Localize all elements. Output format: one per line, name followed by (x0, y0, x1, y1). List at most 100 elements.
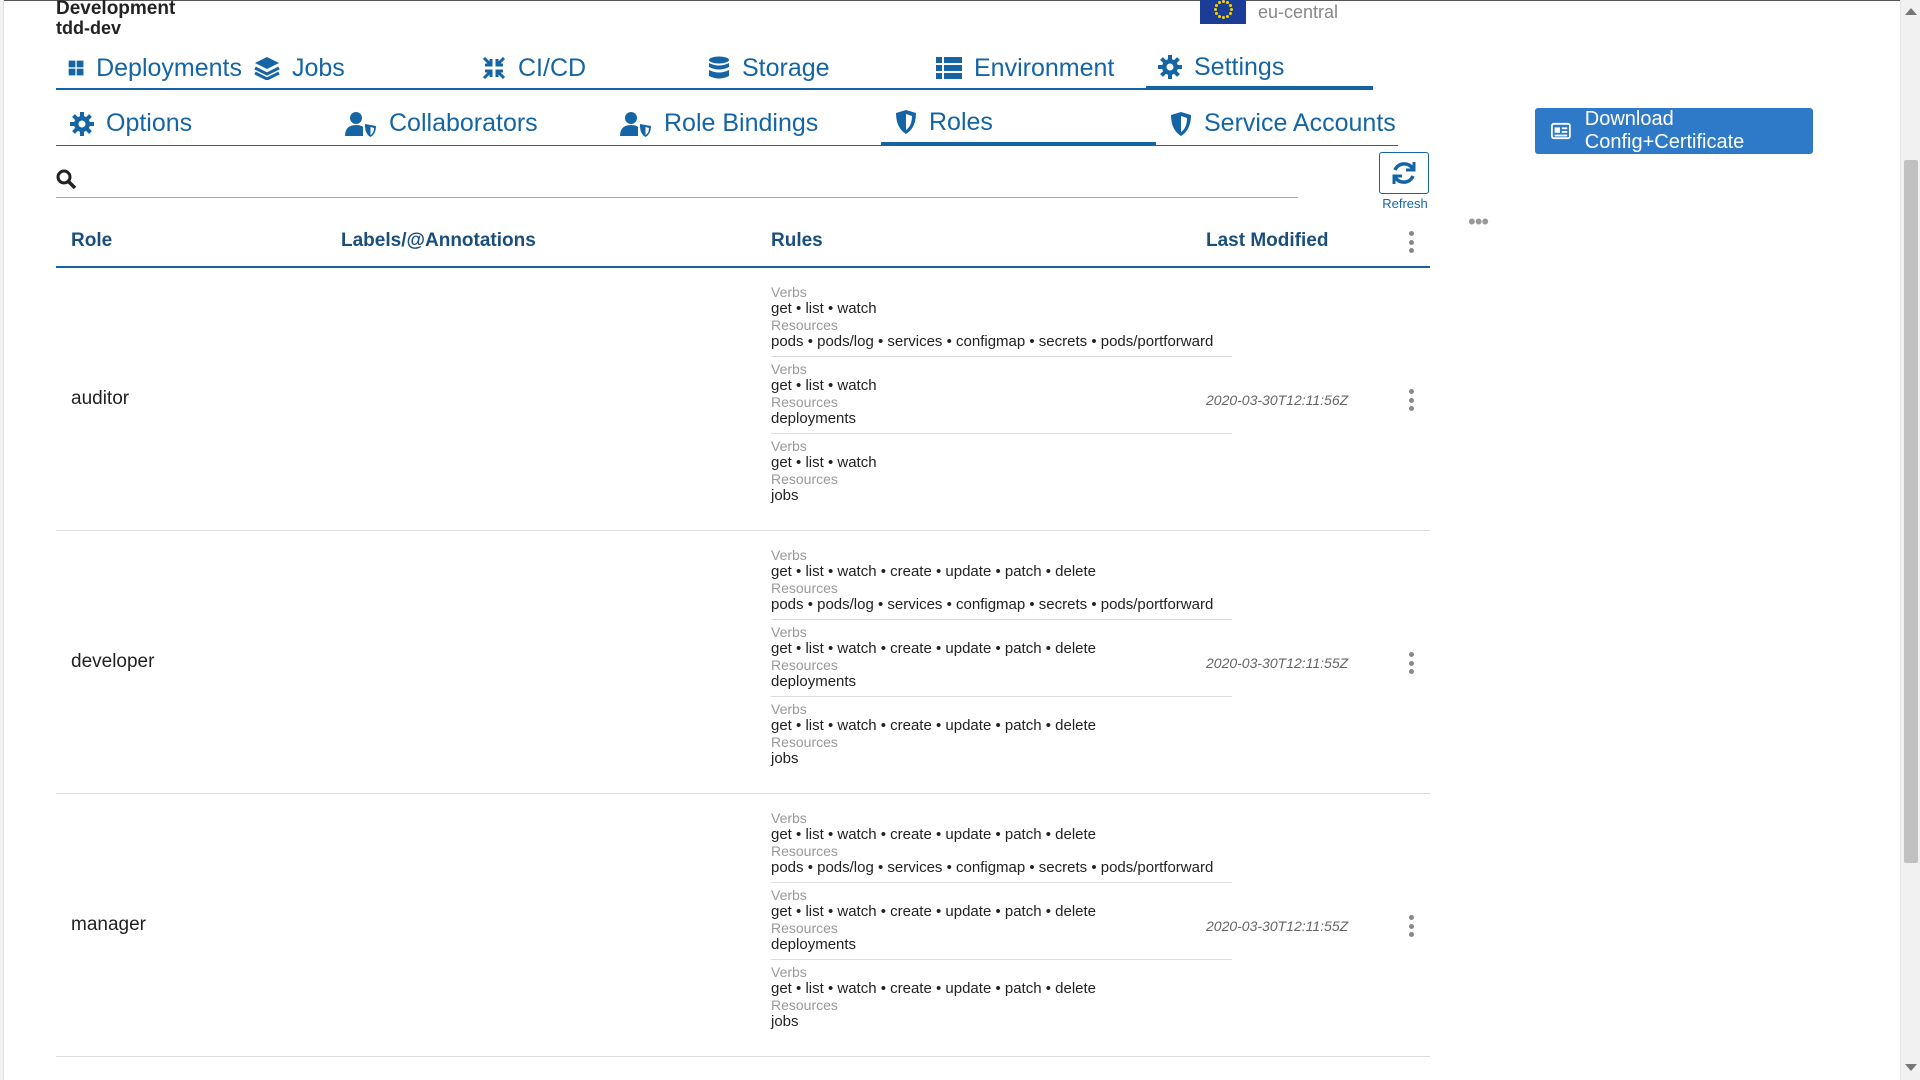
gear-icon (70, 111, 94, 136)
tab-label: Settings (1194, 52, 1285, 81)
rule-resources-label: Resources (771, 580, 838, 596)
tab-role-bindings[interactable]: Role Bindings (606, 102, 881, 146)
tab-jobs[interactable]: Jobs (242, 48, 470, 90)
rule-resources: deployments (771, 410, 857, 427)
column-header-role[interactable]: Role (71, 230, 112, 252)
rules-cell: Verbs get • list • watch • create • updat… (771, 547, 1232, 777)
rule-verbs: get • list • watch (771, 454, 877, 471)
rule-resources-label: Resources (771, 734, 838, 750)
tab-environment[interactable]: Environment (924, 48, 1146, 90)
rule-verbs: get • list • watch • create • update • p… (771, 980, 1097, 997)
rule-verbs-label: Verbs (771, 624, 807, 640)
tab-label: Role Bindings (664, 109, 819, 137)
last-modified: 2020-03-30T12:11:56Z (1206, 392, 1349, 408)
refresh-button[interactable] (1379, 152, 1429, 194)
column-header-rules[interactable]: Rules (771, 230, 823, 252)
rule-resources: pods • pods/log • services • configmap •… (771, 596, 1214, 613)
eu-flag-icon (1200, 0, 1246, 24)
table-body: auditor Verbs get • list • watch Resources p… (56, 268, 1430, 1057)
row-menu-icon[interactable] (1408, 915, 1414, 937)
tab-label: CI/CD (518, 53, 587, 82)
region-label: eu-central (1258, 1, 1339, 22)
rule-entry: Verbs get • list • watch • create • updat… (771, 624, 1232, 697)
tab-collaborators[interactable]: Collaborators (331, 102, 606, 146)
tab-label: Storage (742, 53, 830, 82)
rule-entry: Verbs get • list • watch • create • updat… (771, 964, 1232, 1036)
rule-verbs: get • list • watch • create • update • p… (771, 903, 1097, 920)
download-config-button[interactable]: Download Config+Certificate (1535, 108, 1813, 154)
tab-roles[interactable]: Roles (881, 102, 1156, 146)
column-header-last-modified[interactable]: Last Modified (1206, 230, 1328, 252)
tab-label: Options (106, 109, 193, 137)
rule-verbs: get • list • watch • create • update • p… (771, 826, 1097, 843)
tab-service-accounts[interactable]: Service Accounts (1156, 102, 1398, 146)
table-header: Role Labels/@Annotations Rules Last Modi… (56, 216, 1430, 268)
more-options-icon[interactable]: ••• (1468, 211, 1489, 233)
user-shield-icon (345, 111, 376, 137)
rule-resources-label: Resources (771, 471, 838, 487)
refresh-icon (1392, 162, 1416, 184)
shield-icon (896, 110, 916, 134)
rule-verbs: get • list • watch • create • update • p… (771, 563, 1097, 580)
rule-resources-label: Resources (771, 920, 838, 936)
gear-icon (1158, 55, 1182, 79)
secondary-tabs: Options Collaborators Role Bindings Role… (56, 102, 1398, 146)
rule-entry: Verbs get • list • watch Resources deployme… (771, 361, 1232, 434)
roles-table: Role Labels/@Annotations Rules Last Modi… (56, 216, 1430, 1057)
table-row[interactable]: manager Verbs get • list • watch • create … (56, 794, 1430, 1057)
role-name: auditor (71, 388, 130, 409)
rule-resources-label: Resources (771, 997, 838, 1013)
search-icon (56, 169, 76, 189)
primary-tabs: Deployments Jobs CI/CD Storage Environme… (56, 48, 1416, 90)
rule-resources: jobs (771, 750, 799, 767)
tab-label: Environment (974, 53, 1115, 82)
rules-cell: Verbs get • list • watch • create • updat… (771, 810, 1232, 1040)
shield-icon (1171, 111, 1191, 136)
rule-resources-label: Resources (771, 657, 838, 673)
scroll-down-arrow-icon[interactable] (1905, 1064, 1917, 1071)
rule-resources: pods • pods/log • services • configmap •… (771, 859, 1214, 876)
column-menu-icon[interactable] (1408, 231, 1414, 253)
table-row[interactable]: auditor Verbs get • list • watch Resources p… (56, 268, 1430, 531)
rule-verbs-label: Verbs (771, 438, 807, 454)
rule-resources: deployments (771, 673, 857, 690)
rule-entry: Verbs get • list • watch • create • updat… (771, 547, 1232, 620)
rule-entry: Verbs get • list • watch • create • updat… (771, 810, 1232, 883)
tab-options[interactable]: Options (56, 102, 331, 146)
scrollbar[interactable] (1900, 0, 1920, 1080)
rule-verbs: get • list • watch (771, 377, 877, 394)
tab-storage[interactable]: Storage (696, 48, 924, 90)
table-row[interactable]: developer Verbs get • list • watch • creat… (56, 531, 1430, 794)
rule-verbs: get • list • watch • create • update • p… (771, 717, 1097, 734)
rule-resources: pods • pods/log • services • configmap •… (771, 333, 1214, 350)
rule-verbs: get • list • watch (771, 300, 877, 317)
search-input[interactable] (90, 168, 1298, 189)
compress-arrows-icon (482, 56, 506, 80)
tab-cicd[interactable]: CI/CD (470, 48, 696, 90)
row-menu-icon[interactable] (1408, 652, 1414, 674)
id-card-icon (1551, 122, 1571, 140)
last-modified: 2020-03-30T12:11:55Z (1206, 918, 1349, 934)
tab-label: Roles (929, 107, 993, 136)
region-selector[interactable]: eu-central (1200, 0, 1338, 24)
layers-icon (254, 57, 280, 80)
row-menu-icon[interactable] (1408, 389, 1414, 411)
user-shield-icon (620, 111, 651, 137)
column-header-labels[interactable]: Labels/@Annotations (341, 230, 536, 252)
rule-verbs-label: Verbs (771, 887, 807, 903)
tab-label: Deployments (96, 53, 242, 82)
scroll-thumb[interactable] (1904, 160, 1918, 863)
rule-resources: jobs (771, 487, 799, 504)
project-id: tdd-dev (56, 18, 121, 38)
tab-deployments[interactable]: Deployments (56, 48, 242, 90)
rule-resources: jobs (771, 1013, 799, 1030)
left-edge (0, 0, 4, 1080)
refresh-label: Refresh (1382, 196, 1428, 211)
search-bar (56, 160, 1298, 198)
role-name: developer (71, 651, 155, 672)
tab-settings[interactable]: Settings (1146, 48, 1373, 90)
rule-verbs-label: Verbs (771, 547, 807, 563)
scroll-up-arrow-icon[interactable] (1905, 8, 1917, 15)
rule-entry: Verbs get • list • watch • create • updat… (771, 887, 1232, 960)
rule-verbs: get • list • watch • create • update • p… (771, 640, 1097, 657)
